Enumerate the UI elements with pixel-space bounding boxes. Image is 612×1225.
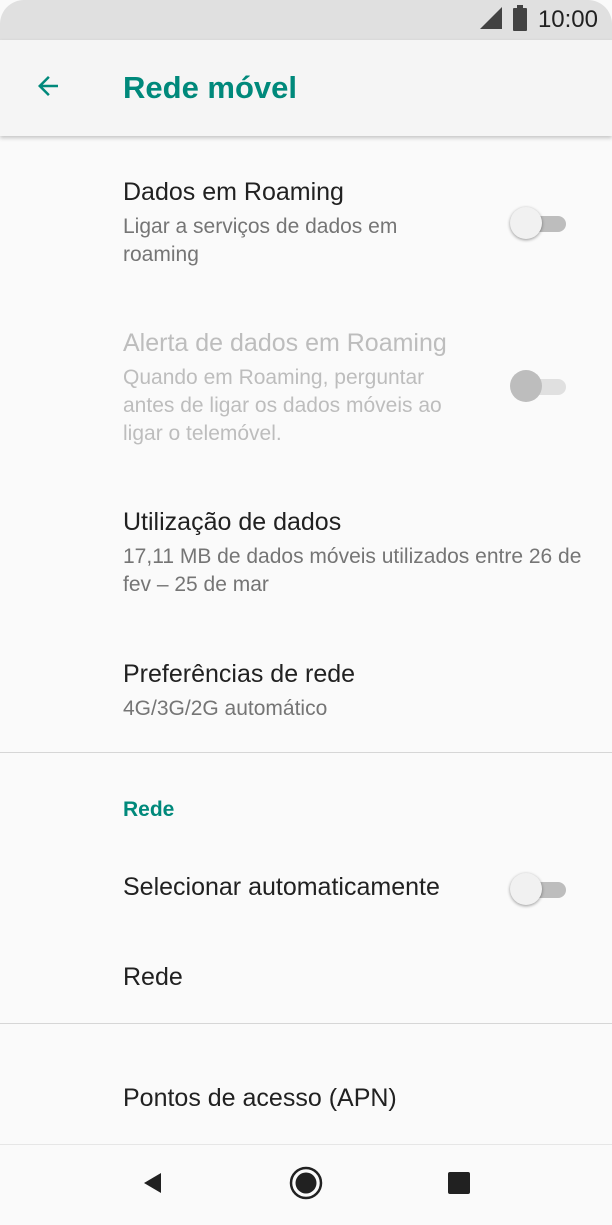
pref-data-roaming[interactable]: Dados em Roaming Ligar a serviços de dad… — [0, 136, 612, 288]
navigation-bar — [0, 1144, 612, 1225]
pref-summary: Quando em Roaming, perguntar antes de li… — [123, 366, 442, 445]
pref-auto-select[interactable]: Selecionar automaticamente — [0, 841, 612, 933]
signal-icon — [479, 6, 502, 34]
pref-title: Selecionar automaticamente — [123, 873, 440, 901]
arrow-back-icon — [33, 71, 63, 106]
pref-network[interactable]: Rede — [0, 933, 612, 1023]
pref-apn[interactable]: Pontos de acesso (APN) — [0, 1024, 612, 1142]
section-header-network: Rede — [123, 798, 175, 821]
pref-title: Preferências de rede — [123, 660, 356, 688]
status-icons: 10:00 — [479, 4, 598, 36]
switch-thumb — [510, 207, 542, 239]
pref-summary: Ligar a serviços de dados em roaming — [123, 215, 398, 266]
divider — [0, 752, 612, 753]
roaming-alert-switch — [510, 368, 566, 404]
back-triangle-icon — [141, 1171, 165, 1200]
pref-summary: 17,11 MB de dados móveis utilizados entr… — [123, 545, 582, 596]
nav-recents-button[interactable] — [435, 1161, 483, 1209]
pref-title: Alerta de dados em Roaming — [123, 329, 447, 357]
pref-title: Utilização de dados — [123, 508, 342, 536]
page-title: Rede móvel — [123, 70, 298, 105]
status-bar: 10:00 — [0, 0, 612, 40]
status-time: 10:00 — [537, 6, 598, 33]
back-button[interactable] — [20, 60, 76, 116]
pref-title: Rede — [123, 963, 183, 991]
switch-thumb — [510, 873, 542, 905]
pref-title: Pontos de acesso (APN) — [123, 1084, 397, 1112]
home-circle-icon — [289, 1166, 323, 1205]
pref-title: Dados em Roaming — [123, 178, 344, 206]
pref-roaming-alert: Alerta de dados em Roaming Quando em Roa… — [0, 288, 612, 466]
pref-data-usage[interactable]: Utilização de dados 17,11 MB de dados mó… — [0, 466, 612, 610]
switch-thumb — [510, 370, 542, 402]
nav-home-button[interactable] — [282, 1161, 330, 1209]
battery-icon — [512, 4, 528, 36]
nav-back-button[interactable] — [129, 1161, 177, 1209]
pref-summary: 4G/3G/2G automático — [123, 697, 328, 720]
recents-square-icon — [447, 1171, 471, 1200]
pref-network-preferences[interactable]: Preferências de rede 4G/3G/2G automático — [0, 610, 612, 752]
data-roaming-switch[interactable] — [510, 205, 566, 241]
auto-select-switch[interactable] — [510, 871, 566, 907]
app-bar: Rede móvel — [0, 40, 612, 136]
